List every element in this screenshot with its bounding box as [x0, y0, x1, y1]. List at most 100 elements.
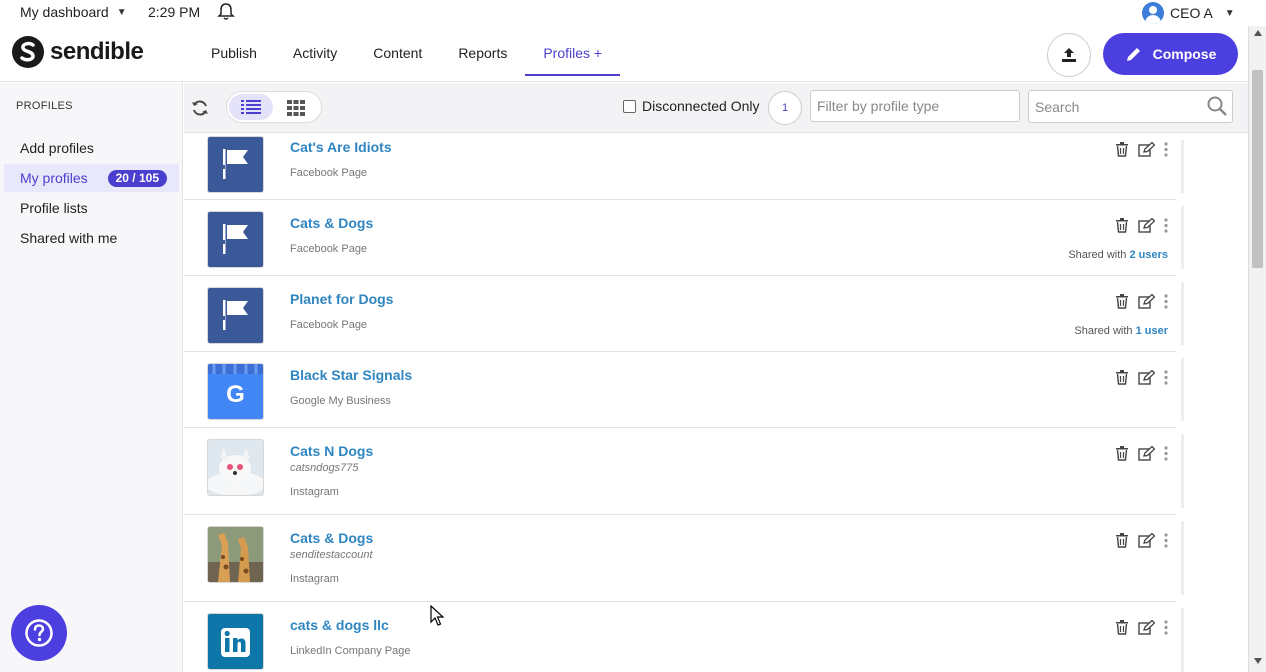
trash-icon[interactable]	[1115, 370, 1129, 385]
brand-logo[interactable]: sendible	[12, 36, 144, 68]
disconnected-checkbox[interactable]	[623, 99, 636, 113]
main-navbar: sendible Publish Activity Content Report…	[0, 26, 1248, 82]
nav-content[interactable]: Content	[355, 26, 440, 76]
edit-icon[interactable]	[1138, 620, 1155, 635]
page-scrollbar[interactable]	[1248, 26, 1266, 672]
upload-button[interactable]	[1047, 33, 1091, 77]
chevron-down-icon[interactable]: ▼	[117, 7, 127, 18]
profile-count-badge: 20 / 105	[107, 170, 167, 187]
list-item[interactable]: cats & dogs llc LinkedIn Company Page	[184, 602, 1184, 672]
profile-name[interactable]: Cats & Dogs	[290, 215, 373, 231]
more-icon[interactable]	[1164, 218, 1168, 233]
edit-icon[interactable]	[1138, 294, 1155, 309]
edit-icon[interactable]	[1138, 533, 1155, 548]
google-my-business-icon: G	[207, 363, 264, 420]
instagram-photo-icon	[207, 439, 264, 496]
more-icon[interactable]	[1164, 370, 1168, 385]
trash-icon[interactable]	[1115, 533, 1129, 548]
profile-name[interactable]: Cat's Are Idiots	[290, 139, 392, 155]
sidebar-item-shared-with-me[interactable]: Shared with me	[4, 224, 179, 252]
search-input[interactable]: Search	[1028, 90, 1233, 123]
more-icon[interactable]	[1164, 294, 1168, 309]
scroll-down-icon[interactable]	[1254, 658, 1262, 664]
view-toggle	[226, 91, 322, 123]
nav-activity[interactable]: Activity	[275, 26, 355, 76]
shared-with-info: Shared with 1 user	[1074, 325, 1168, 337]
trash-icon[interactable]	[1115, 620, 1129, 635]
chevron-down-icon[interactable]: ▼	[1225, 8, 1235, 19]
grid-view-button[interactable]	[281, 95, 311, 121]
avatar[interactable]	[1142, 2, 1164, 24]
compose-button[interactable]: Compose	[1103, 33, 1238, 75]
trash-icon[interactable]	[1115, 446, 1129, 461]
nav-reports[interactable]: Reports	[440, 26, 525, 76]
more-icon[interactable]	[1164, 446, 1168, 461]
sidebar-item-add-profiles[interactable]: Add profiles	[4, 134, 179, 162]
svg-text:G: G	[226, 381, 245, 408]
profile-name[interactable]: Planet for Dogs	[290, 291, 393, 307]
shared-users-link[interactable]: 1 user	[1136, 325, 1168, 337]
list-view-button[interactable]	[229, 94, 273, 120]
trash-icon[interactable]	[1115, 218, 1129, 233]
edit-icon[interactable]	[1138, 446, 1155, 461]
dashboard-selector[interactable]: My dashboard ▼	[20, 4, 127, 20]
edit-icon[interactable]	[1138, 370, 1155, 385]
top-strip: My dashboard ▼ 2:29 PM CEO A ▼	[0, 0, 1248, 26]
shared-users-link[interactable]: 2 users	[1129, 249, 1168, 261]
trash-icon[interactable]	[1115, 142, 1129, 157]
row-actions	[1115, 370, 1168, 385]
scrollbar-thumb[interactable]	[1252, 70, 1263, 268]
more-icon[interactable]	[1164, 533, 1168, 548]
sidebar-item-my-profiles[interactable]: My profiles 20 / 105	[4, 164, 179, 192]
more-icon[interactable]	[1164, 142, 1168, 157]
trash-icon[interactable]	[1115, 294, 1129, 309]
search-icon[interactable]	[1206, 95, 1228, 117]
brand-name: sendible	[50, 38, 144, 65]
bell-icon[interactable]	[216, 2, 236, 22]
user-name[interactable]: CEO A	[1170, 5, 1213, 21]
sidebar-item-profile-lists[interactable]: Profile lists	[4, 194, 179, 222]
edit-icon[interactable]	[1138, 218, 1155, 233]
edit-icon[interactable]	[1138, 142, 1155, 157]
list-item[interactable]: Cats & Dogs Facebook Page Shared with 2 …	[184, 200, 1184, 276]
facebook-flag-icon	[207, 287, 264, 344]
row-edge	[1181, 358, 1184, 421]
upload-icon	[1062, 48, 1076, 62]
list-item[interactable]: Cats & Dogs senditestaccount Instagram	[184, 515, 1184, 602]
sidebar-item-label: My profiles	[20, 170, 88, 186]
filter-placeholder: Filter by profile type	[817, 98, 940, 114]
row-actions	[1115, 294, 1168, 309]
nav-profiles[interactable]: Profiles +	[525, 26, 621, 76]
list-item[interactable]: Planet for Dogs Facebook Page Shared wit…	[184, 276, 1184, 352]
row-actions	[1115, 142, 1168, 157]
disconnected-only-filter[interactable]: Disconnected Only	[623, 98, 760, 114]
profile-type: Facebook Page	[290, 319, 368, 331]
profile-name[interactable]: Black Star Signals	[290, 367, 412, 383]
disconnected-label: Disconnected Only	[642, 98, 760, 114]
row-edge	[1181, 608, 1184, 672]
more-icon[interactable]	[1164, 620, 1168, 635]
list-item[interactable]: G Black Star Signals Google My Business	[184, 352, 1184, 428]
row-edge	[1181, 521, 1184, 595]
refresh-icon[interactable]	[190, 98, 210, 118]
shared-prefix: Shared with	[1074, 325, 1136, 337]
profile-type-filter[interactable]: Filter by profile type	[810, 90, 1020, 122]
profile-name[interactable]: Cats N Dogs	[290, 443, 373, 459]
dashboard-label[interactable]: My dashboard	[20, 4, 109, 20]
profile-handle: catsndogs775	[290, 462, 359, 474]
question-icon	[25, 619, 53, 647]
profile-name[interactable]: cats & dogs llc	[290, 617, 389, 633]
profile-name[interactable]: Cats & Dogs	[290, 530, 373, 546]
profiles-sidebar: PROFILES Add profiles My profiles 20 / 1…	[0, 83, 183, 672]
help-button[interactable]	[11, 605, 67, 661]
user-menu[interactable]: CEO A ▼	[1142, 2, 1235, 24]
primary-nav: Publish Activity Content Reports Profile…	[193, 26, 621, 82]
list-item[interactable]: Cat's Are Idiots Facebook Page	[184, 134, 1184, 200]
pencil-icon	[1126, 48, 1140, 61]
list-item[interactable]: Cats N Dogs catsndogs775 Instagram	[184, 428, 1184, 515]
linkedin-icon	[207, 613, 264, 670]
scroll-up-icon[interactable]	[1254, 30, 1262, 36]
profile-type: Facebook Page	[290, 243, 368, 255]
nav-publish[interactable]: Publish	[193, 26, 275, 76]
profile-type: Google My Business	[290, 395, 391, 407]
